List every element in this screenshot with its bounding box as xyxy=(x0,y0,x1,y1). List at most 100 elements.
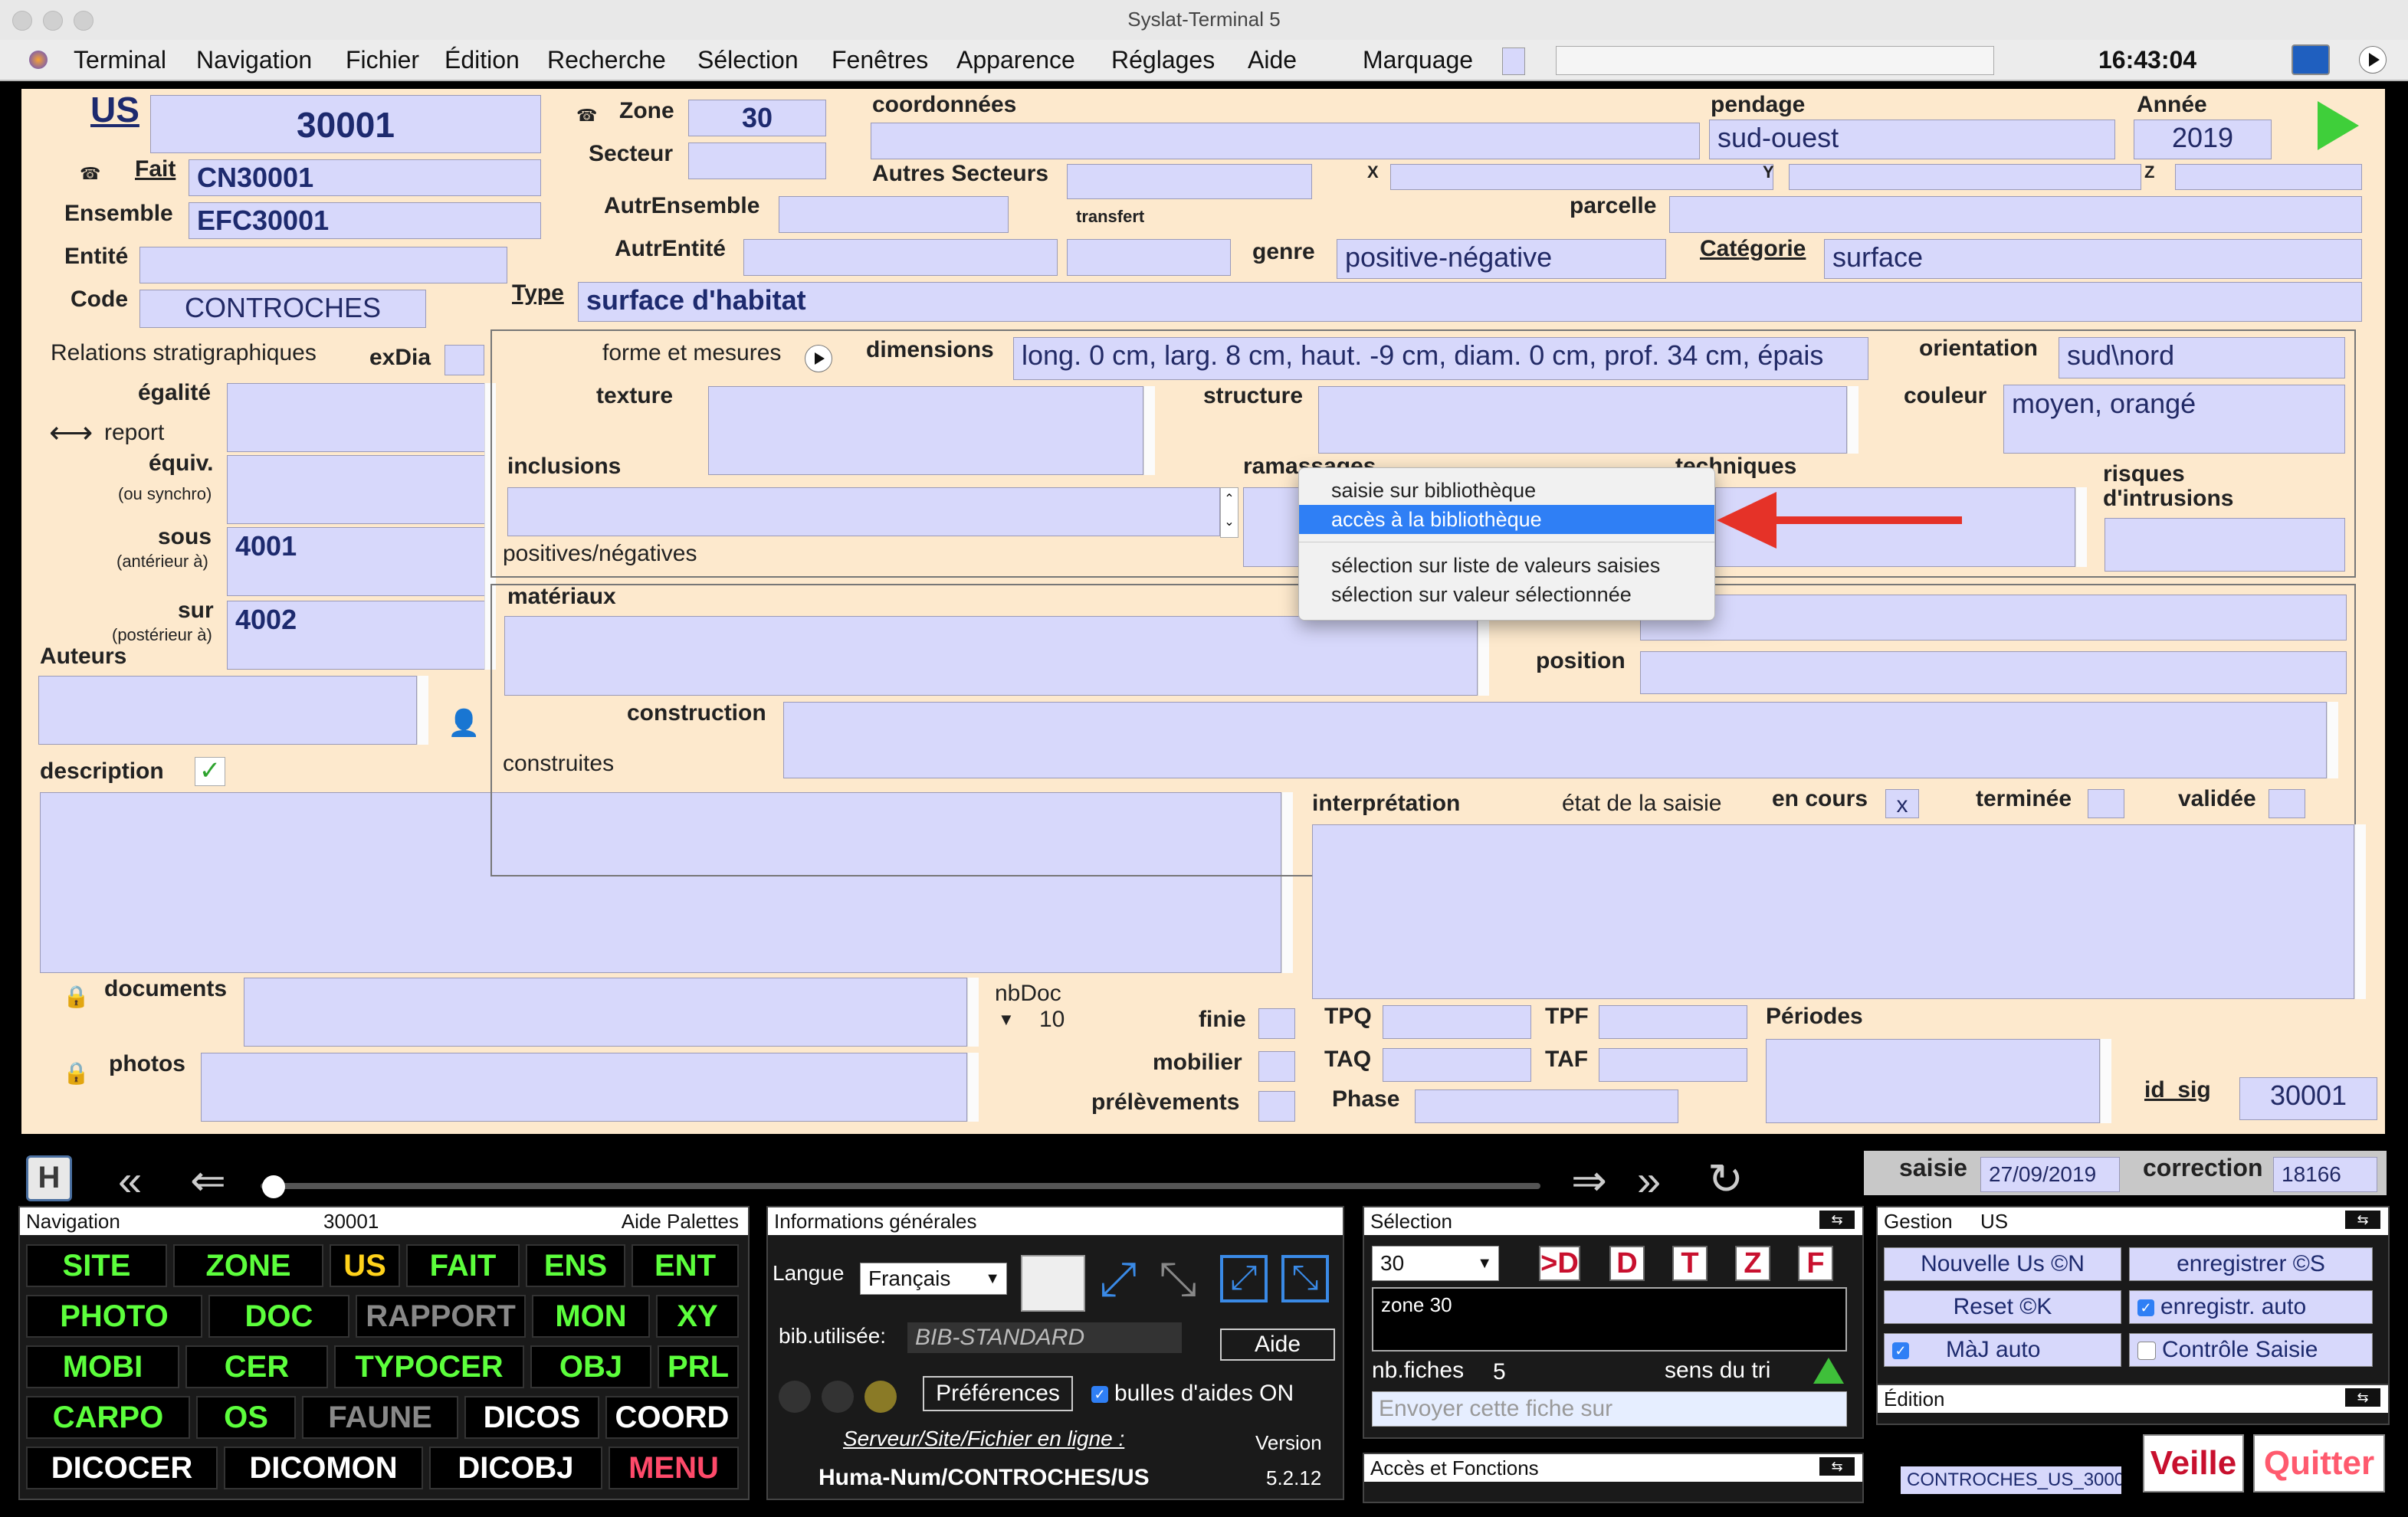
menu-fichier[interactable]: Fichier xyxy=(346,46,419,74)
quitter-button[interactable]: Quitter xyxy=(2253,1434,2385,1492)
gestion-toggle-icon[interactable]: ⇆ xyxy=(2345,1211,2380,1229)
nav-os-button[interactable]: OS xyxy=(196,1396,296,1439)
sel-z-button[interactable]: Z xyxy=(1735,1246,1770,1281)
finie-checkbox[interactable] xyxy=(1258,1008,1295,1039)
nav-ent-button[interactable]: ENT xyxy=(632,1244,739,1287)
preferences-button[interactable]: Préférences xyxy=(923,1376,1073,1411)
annee-field[interactable]: 2019 xyxy=(2134,120,2272,159)
refresh-icon[interactable]: ↻ xyxy=(1708,1154,1744,1204)
nav-dicocer-button[interactable]: DICOCER xyxy=(26,1447,218,1489)
photos-scrollbar[interactable] xyxy=(967,1053,979,1122)
correction-field[interactable]: 18166 xyxy=(2273,1157,2377,1192)
phase-field[interactable] xyxy=(1415,1089,1678,1123)
z-field[interactable] xyxy=(2175,164,2362,190)
nav-xy-button[interactable]: XY xyxy=(656,1295,739,1338)
nav-typocer-button[interactable]: TYPOCER xyxy=(334,1345,524,1388)
maj-auto-checkbox[interactable]: ✓ MàJ auto xyxy=(1884,1333,2121,1367)
nav-mobi-button[interactable]: MOBI xyxy=(26,1345,179,1388)
auteurs-field[interactable] xyxy=(38,676,417,745)
sel-d-button[interactable]: D xyxy=(1609,1246,1645,1281)
idsig-field[interactable]: 30001 xyxy=(2239,1077,2377,1120)
sort-direction-icon[interactable] xyxy=(1813,1358,1844,1384)
prelevements-checkbox[interactable] xyxy=(1258,1091,1295,1122)
menu-apparence[interactable]: Apparence xyxy=(956,46,1075,74)
enregistrer-button[interactable]: enregistrer ©S xyxy=(2129,1247,2373,1281)
menu-item-saisie-bibliotheque[interactable]: saisie sur bibliothèque xyxy=(1299,476,1714,505)
risques-field[interactable] xyxy=(2105,518,2345,572)
egalite-field[interactable] xyxy=(227,383,487,452)
en-cours-checkbox[interactable]: x xyxy=(1885,789,1919,818)
next-record-arrow-icon[interactable]: ⇒ xyxy=(1571,1155,1607,1206)
nav-dicobj-button[interactable]: DICOBJ xyxy=(429,1447,602,1489)
menu-edition[interactable]: Édition xyxy=(445,46,520,74)
parcelle-field[interactable] xyxy=(1669,196,2362,233)
texture-field[interactable] xyxy=(708,386,1143,475)
entite-field[interactable] xyxy=(139,247,507,283)
home-h-icon[interactable]: H xyxy=(26,1155,72,1201)
envoyer-fiche-field[interactable]: Envoyer cette fiche sur xyxy=(1372,1391,1847,1427)
menu-aide[interactable]: Aide xyxy=(1248,46,1297,74)
acces-toggle-icon[interactable]: ⇆ xyxy=(1819,1457,1855,1476)
saisie-date-field[interactable]: 27/09/2019 xyxy=(1980,1157,2120,1192)
nbdoc-triangle-icon[interactable]: ▼ xyxy=(998,1010,1015,1030)
taq-field[interactable] xyxy=(1383,1048,1531,1082)
interpretation-field[interactable] xyxy=(1312,824,2354,999)
reset-button[interactable]: Reset ©K xyxy=(1884,1290,2121,1324)
materiaux-right-field[interactable] xyxy=(1640,595,2347,641)
veille-button[interactable]: Veille xyxy=(2143,1434,2244,1492)
pendage-field[interactable]: sud-ouest xyxy=(1709,120,2115,159)
nav-site-button[interactable]: SITE xyxy=(26,1244,167,1287)
techniques-scrollbar[interactable] xyxy=(2075,487,2087,567)
nav-photo-button[interactable]: PHOTO xyxy=(26,1295,202,1338)
terminee-checkbox[interactable] xyxy=(2088,789,2124,818)
structure-field[interactable] xyxy=(1318,386,1847,454)
fullscreen-icon[interactable]: ⤢ xyxy=(1220,1255,1268,1302)
menu-navigation[interactable]: Navigation xyxy=(196,46,312,74)
menu-recherche[interactable]: Recherche xyxy=(547,46,666,74)
materiaux-field[interactable] xyxy=(504,616,1478,696)
nav-ens-button[interactable]: ENS xyxy=(526,1244,625,1287)
fait-field[interactable]: CN30001 xyxy=(189,159,541,196)
nav-fait-button[interactable]: FAIT xyxy=(406,1244,520,1287)
sur-field[interactable]: 4002 xyxy=(227,601,487,670)
interpretation-scrollbar[interactable] xyxy=(2354,824,2366,999)
couleur-field[interactable]: moyen, orangé xyxy=(2003,385,2345,454)
categorie-field[interactable]: surface xyxy=(1824,239,2362,279)
exdia-field[interactable] xyxy=(445,345,484,375)
zone-field[interactable]: 30 xyxy=(688,100,826,136)
nav-carpo-button[interactable]: CARPO xyxy=(26,1396,190,1439)
menu-fenetres[interactable]: Fenêtres xyxy=(832,46,928,74)
report-label[interactable]: report xyxy=(104,420,164,446)
coordonnees-field[interactable] xyxy=(871,123,1700,159)
menu-selection[interactable]: Sélection xyxy=(697,46,799,74)
forme-play-icon[interactable] xyxy=(805,345,832,372)
gestion-footer-field[interactable]: CONTROCHES_US_3000 xyxy=(1901,1466,2121,1494)
bulles-aides-checkbox[interactable]: ✓ bulles d'aides ON xyxy=(1091,1381,1294,1407)
tpf-field[interactable] xyxy=(1599,1005,1747,1039)
sel-f-button[interactable]: F xyxy=(1798,1246,1833,1281)
record-slider-thumb[interactable] xyxy=(262,1175,285,1198)
first-record-icon[interactable]: « xyxy=(118,1155,142,1205)
nav-prl-button[interactable]: PRL xyxy=(658,1345,739,1388)
nav-dicos-button[interactable]: DICOS xyxy=(464,1396,599,1439)
selection-zone-select[interactable]: 30 ▼ xyxy=(1372,1246,1499,1281)
nav-faune-button[interactable]: FAUNE xyxy=(302,1396,458,1439)
nav-zone-button[interactable]: ZONE xyxy=(173,1244,323,1287)
documents-field[interactable] xyxy=(244,978,967,1047)
menu-item-selection-liste[interactable]: sélection sur liste de valeurs saisies xyxy=(1299,551,1714,580)
description-check-icon[interactable]: ✓ xyxy=(195,757,225,786)
nouvelle-us-button[interactable]: Nouvelle Us ©N xyxy=(1884,1247,2121,1281)
sel-t-button[interactable]: T xyxy=(1672,1246,1708,1281)
user-icon[interactable]: 👤 xyxy=(448,708,480,739)
menu-item-selection-valeur[interactable]: sélection sur valeur sélectionnée xyxy=(1299,580,1714,609)
photos-field[interactable] xyxy=(201,1053,967,1122)
edition-toggle-icon[interactable]: ⇆ xyxy=(2345,1388,2380,1407)
enregistr-auto-checkbox[interactable]: ✓ enregistr. auto xyxy=(2129,1290,2373,1324)
menu-reglages[interactable]: Réglages xyxy=(1111,46,1215,74)
serveur-link[interactable]: Serveur/Site/Fichier en ligne : xyxy=(843,1427,1124,1451)
tpq-field[interactable] xyxy=(1383,1005,1531,1039)
transfert-field[interactable] xyxy=(1067,239,1231,276)
sous-field[interactable]: 4001 xyxy=(227,527,487,596)
autrensemble-field[interactable] xyxy=(779,196,1009,233)
autrentite-field[interactable] xyxy=(743,239,1058,276)
